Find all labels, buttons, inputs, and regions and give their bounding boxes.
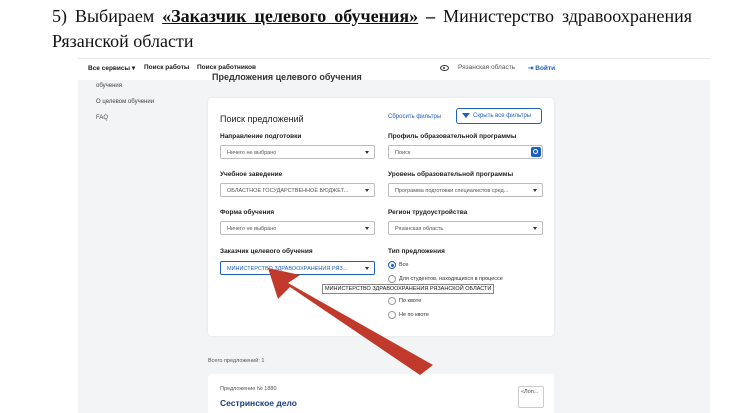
red-arrow-icon	[268, 268, 433, 375]
arrow-shape	[268, 268, 433, 375]
